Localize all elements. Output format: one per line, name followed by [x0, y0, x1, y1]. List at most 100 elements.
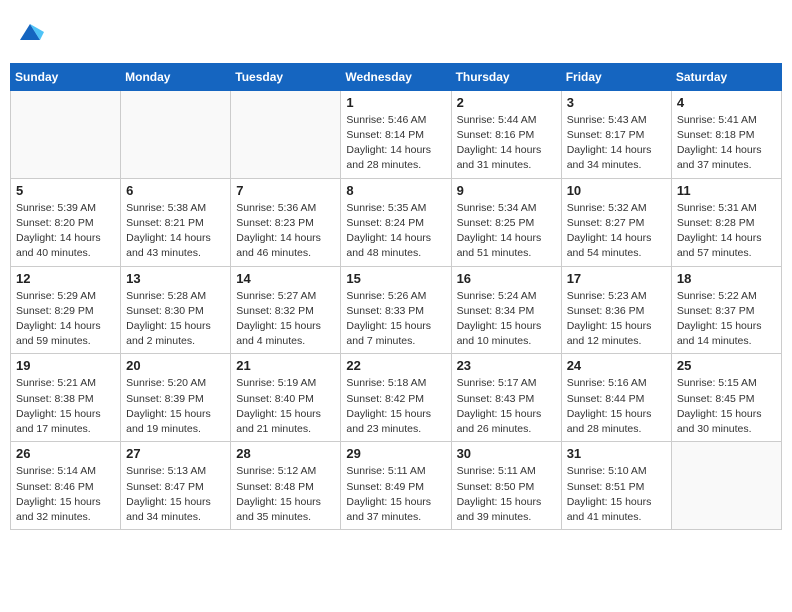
day-number: 29 [346, 446, 445, 461]
day-info: Sunrise: 5:23 AMSunset: 8:36 PMDaylight:… [567, 289, 666, 350]
day-number: 26 [16, 446, 115, 461]
calendar-week-row: 19 Sunrise: 5:21 AMSunset: 8:38 PMDayligh… [11, 354, 782, 442]
day-number: 20 [126, 358, 225, 373]
day-number: 25 [677, 358, 776, 373]
day-info: Sunrise: 5:20 AMSunset: 8:39 PMDaylight:… [126, 376, 225, 437]
day-number: 14 [236, 271, 335, 286]
calendar-cell: 31 Sunrise: 5:10 AMSunset: 8:51 PMDayligh… [561, 442, 671, 530]
day-info: Sunrise: 5:15 AMSunset: 8:45 PMDaylight:… [677, 376, 776, 437]
calendar-cell: 19 Sunrise: 5:21 AMSunset: 8:38 PMDayligh… [11, 354, 121, 442]
calendar-cell [121, 90, 231, 178]
day-info: Sunrise: 5:10 AMSunset: 8:51 PMDaylight:… [567, 464, 666, 525]
calendar-week-row: 1Sunrise: 5:46 AMSunset: 8:14 PMDaylight… [11, 90, 782, 178]
day-number: 1 [346, 95, 445, 110]
calendar-cell: 12 Sunrise: 5:29 AMSunset: 8:29 PMDayligh… [11, 266, 121, 354]
day-of-week-header: Monday [121, 63, 231, 90]
day-of-week-header: Tuesday [231, 63, 341, 90]
day-number: 5 [16, 183, 115, 198]
day-number: 24 [567, 358, 666, 373]
calendar-cell: 22 Sunrise: 5:18 AMSunset: 8:42 PMDayligh… [341, 354, 451, 442]
day-info: Sunrise: 5:22 AMSunset: 8:37 PMDaylight:… [677, 289, 776, 350]
calendar-week-row: 12 Sunrise: 5:29 AMSunset: 8:29 PMDayligh… [11, 266, 782, 354]
calendar-cell: 27Sunrise: 5:13 AMSunset: 8:47 PMDayligh… [121, 442, 231, 530]
day-number: 4 [677, 95, 776, 110]
day-info: Sunrise: 5:12 AMSunset: 8:48 PMDaylight:… [236, 464, 335, 525]
calendar-cell: 5 Sunrise: 5:39 AMSunset: 8:20 PMDaylight… [11, 178, 121, 266]
calendar-cell: 4 Sunrise: 5:41 AMSunset: 8:18 PMDaylight… [671, 90, 781, 178]
day-of-week-header: Saturday [671, 63, 781, 90]
calendar-week-row: 5 Sunrise: 5:39 AMSunset: 8:20 PMDaylight… [11, 178, 782, 266]
day-info: Sunrise: 5:26 AMSunset: 8:33 PMDaylight:… [346, 289, 445, 350]
day-info: Sunrise: 5:16 AMSunset: 8:44 PMDaylight:… [567, 376, 666, 437]
day-number: 9 [457, 183, 556, 198]
calendar-cell: 2Sunrise: 5:44 AMSunset: 8:16 PMDaylight… [451, 90, 561, 178]
day-info: Sunrise: 5:39 AMSunset: 8:20 PMDaylight:… [16, 201, 115, 262]
day-info: Sunrise: 5:11 AMSunset: 8:49 PMDaylight:… [346, 464, 445, 525]
calendar-cell: 11 Sunrise: 5:31 AMSunset: 8:28 PMDayligh… [671, 178, 781, 266]
day-info: Sunrise: 5:43 AMSunset: 8:17 PMDaylight:… [567, 113, 666, 174]
page-header [10, 10, 782, 63]
day-number: 12 [16, 271, 115, 286]
day-number: 19 [16, 358, 115, 373]
calendar-cell: 10 Sunrise: 5:32 AMSunset: 8:27 PMDayligh… [561, 178, 671, 266]
day-number: 8 [346, 183, 445, 198]
day-info: Sunrise: 5:27 AMSunset: 8:32 PMDaylight:… [236, 289, 335, 350]
day-info: Sunrise: 5:14 AMSunset: 8:46 PMDaylight:… [16, 464, 115, 525]
day-info: Sunrise: 5:13 AMSunset: 8:47 PMDaylight:… [126, 464, 225, 525]
calendar-header: SundayMondayTuesdayWednesdayThursdayFrid… [11, 63, 782, 90]
day-number: 16 [457, 271, 556, 286]
day-number: 13 [126, 271, 225, 286]
day-info: Sunrise: 5:44 AMSunset: 8:16 PMDaylight:… [457, 113, 556, 174]
day-number: 15 [346, 271, 445, 286]
calendar-cell: 28Sunrise: 5:12 AMSunset: 8:48 PMDayligh… [231, 442, 341, 530]
day-number: 18 [677, 271, 776, 286]
day-number: 31 [567, 446, 666, 461]
calendar-cell: 26 Sunrise: 5:14 AMSunset: 8:46 PMDayligh… [11, 442, 121, 530]
calendar-cell: 18 Sunrise: 5:22 AMSunset: 8:37 PMDayligh… [671, 266, 781, 354]
day-number: 6 [126, 183, 225, 198]
day-info: Sunrise: 5:41 AMSunset: 8:18 PMDaylight:… [677, 113, 776, 174]
day-number: 21 [236, 358, 335, 373]
day-of-week-header: Wednesday [341, 63, 451, 90]
day-info: Sunrise: 5:19 AMSunset: 8:40 PMDaylight:… [236, 376, 335, 437]
day-info: Sunrise: 5:11 AMSunset: 8:50 PMDaylight:… [457, 464, 556, 525]
day-of-week-header: Thursday [451, 63, 561, 90]
logo [14, 18, 44, 51]
calendar-cell: 6 Sunrise: 5:38 AMSunset: 8:21 PMDaylight… [121, 178, 231, 266]
day-info: Sunrise: 5:18 AMSunset: 8:42 PMDaylight:… [346, 376, 445, 437]
calendar-cell: 20 Sunrise: 5:20 AMSunset: 8:39 PMDayligh… [121, 354, 231, 442]
day-of-week-header: Friday [561, 63, 671, 90]
day-info: Sunrise: 5:24 AMSunset: 8:34 PMDaylight:… [457, 289, 556, 350]
day-info: Sunrise: 5:17 AMSunset: 8:43 PMDaylight:… [457, 376, 556, 437]
calendar-cell: 13Sunrise: 5:28 AMSunset: 8:30 PMDayligh… [121, 266, 231, 354]
calendar-cell: 14 Sunrise: 5:27 AMSunset: 8:32 PMDayligh… [231, 266, 341, 354]
calendar-table: SundayMondayTuesdayWednesdayThursdayFrid… [10, 63, 782, 530]
day-info: Sunrise: 5:31 AMSunset: 8:28 PMDaylight:… [677, 201, 776, 262]
calendar-cell: 16 Sunrise: 5:24 AMSunset: 8:34 PMDayligh… [451, 266, 561, 354]
day-number: 11 [677, 183, 776, 198]
calendar-cell: 21 Sunrise: 5:19 AMSunset: 8:40 PMDayligh… [231, 354, 341, 442]
calendar-cell: 9 Sunrise: 5:34 AMSunset: 8:25 PMDaylight… [451, 178, 561, 266]
day-number: 22 [346, 358, 445, 373]
calendar-cell: 17 Sunrise: 5:23 AMSunset: 8:36 PMDayligh… [561, 266, 671, 354]
day-info: Sunrise: 5:34 AMSunset: 8:25 PMDaylight:… [457, 201, 556, 262]
day-info: Sunrise: 5:29 AMSunset: 8:29 PMDaylight:… [16, 289, 115, 350]
calendar-cell: 8 Sunrise: 5:35 AMSunset: 8:24 PMDaylight… [341, 178, 451, 266]
day-info: Sunrise: 5:35 AMSunset: 8:24 PMDaylight:… [346, 201, 445, 262]
day-info: Sunrise: 5:32 AMSunset: 8:27 PMDaylight:… [567, 201, 666, 262]
day-info: Sunrise: 5:21 AMSunset: 8:38 PMDaylight:… [16, 376, 115, 437]
day-number: 23 [457, 358, 556, 373]
calendar-cell [671, 442, 781, 530]
calendar-cell [11, 90, 121, 178]
calendar-cell: 1Sunrise: 5:46 AMSunset: 8:14 PMDaylight… [341, 90, 451, 178]
day-info: Sunrise: 5:38 AMSunset: 8:21 PMDaylight:… [126, 201, 225, 262]
day-number: 17 [567, 271, 666, 286]
calendar-cell: 30Sunrise: 5:11 AMSunset: 8:50 PMDayligh… [451, 442, 561, 530]
day-number: 7 [236, 183, 335, 198]
day-number: 10 [567, 183, 666, 198]
day-info: Sunrise: 5:36 AMSunset: 8:23 PMDaylight:… [236, 201, 335, 262]
calendar-cell: 3Sunrise: 5:43 AMSunset: 8:17 PMDaylight… [561, 90, 671, 178]
calendar-cell: 15 Sunrise: 5:26 AMSunset: 8:33 PMDayligh… [341, 266, 451, 354]
calendar-cell: 23 Sunrise: 5:17 AMSunset: 8:43 PMDayligh… [451, 354, 561, 442]
day-of-week-header: Sunday [11, 63, 121, 90]
